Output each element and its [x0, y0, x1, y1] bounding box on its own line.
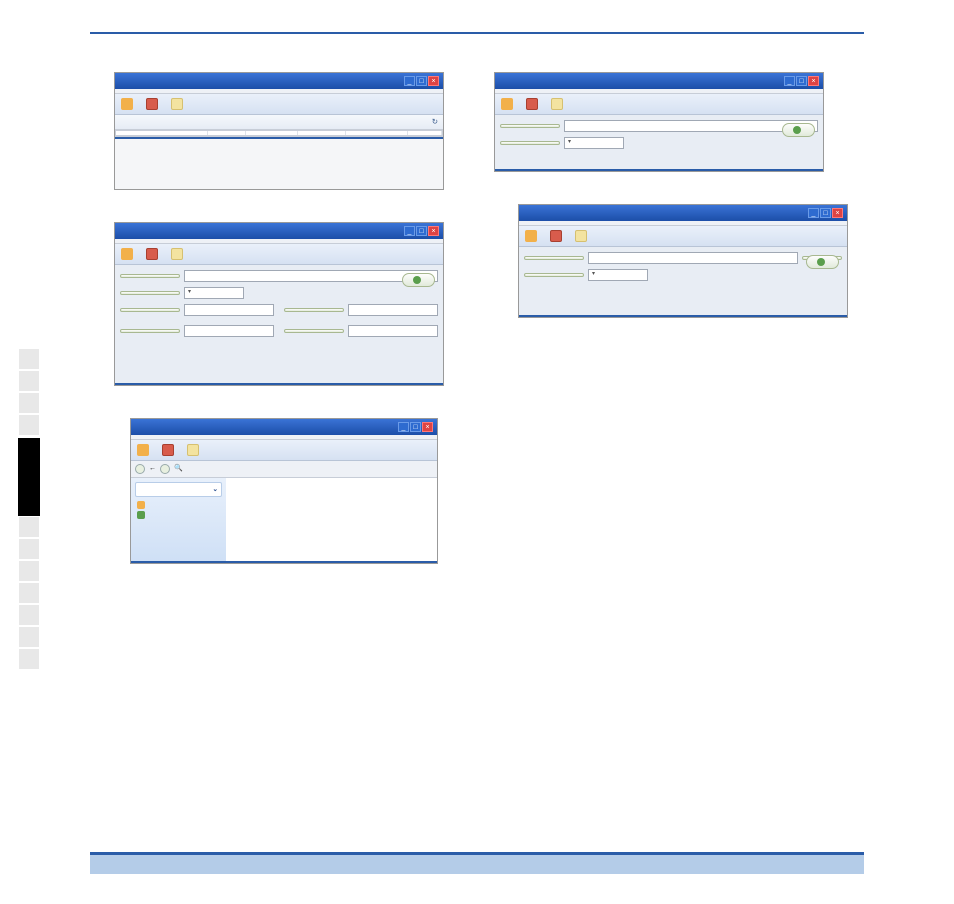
- protocol-select[interactable]: [184, 287, 244, 299]
- port-input[interactable]: [184, 304, 274, 316]
- protocol-select[interactable]: [588, 269, 648, 281]
- screenshot-bt: _□×: [518, 204, 848, 318]
- screenshot-transfer-list: _□× ↻: [114, 72, 444, 190]
- assign-button[interactable]: [121, 248, 136, 260]
- assign-icon: [121, 98, 133, 110]
- left-column: _□× ↻: [90, 62, 460, 574]
- bt-path-input[interactable]: [588, 252, 798, 264]
- screenshot-http: _□×: [494, 72, 824, 172]
- download-button[interactable]: [402, 273, 435, 287]
- http-url-input[interactable]: [564, 120, 818, 132]
- folder-icon: [171, 98, 183, 110]
- assign-button[interactable]: [121, 98, 136, 110]
- screenshot-folder: _□× ←🔍 ⌄: [130, 418, 438, 564]
- download-button[interactable]: [782, 123, 815, 137]
- folder-button[interactable]: [171, 248, 186, 260]
- top-rule: [90, 32, 864, 34]
- list-item-3: [90, 204, 460, 214]
- password-input[interactable]: [348, 325, 438, 337]
- list-item-5: [90, 400, 460, 410]
- transfer-button[interactable]: [146, 98, 161, 110]
- list-item-4: [494, 186, 864, 196]
- transfer-icon: [146, 98, 158, 110]
- username-input[interactable]: [184, 325, 274, 337]
- transfer-button[interactable]: [146, 248, 161, 260]
- folder-button[interactable]: [171, 98, 186, 110]
- page-footer: [90, 852, 864, 874]
- right-column: _□×: [494, 62, 864, 574]
- protocol-select[interactable]: [564, 137, 624, 149]
- ftp-url-input[interactable]: [184, 270, 438, 282]
- screenshot-ftp: _□×: [114, 222, 444, 386]
- download-button[interactable]: [806, 255, 839, 269]
